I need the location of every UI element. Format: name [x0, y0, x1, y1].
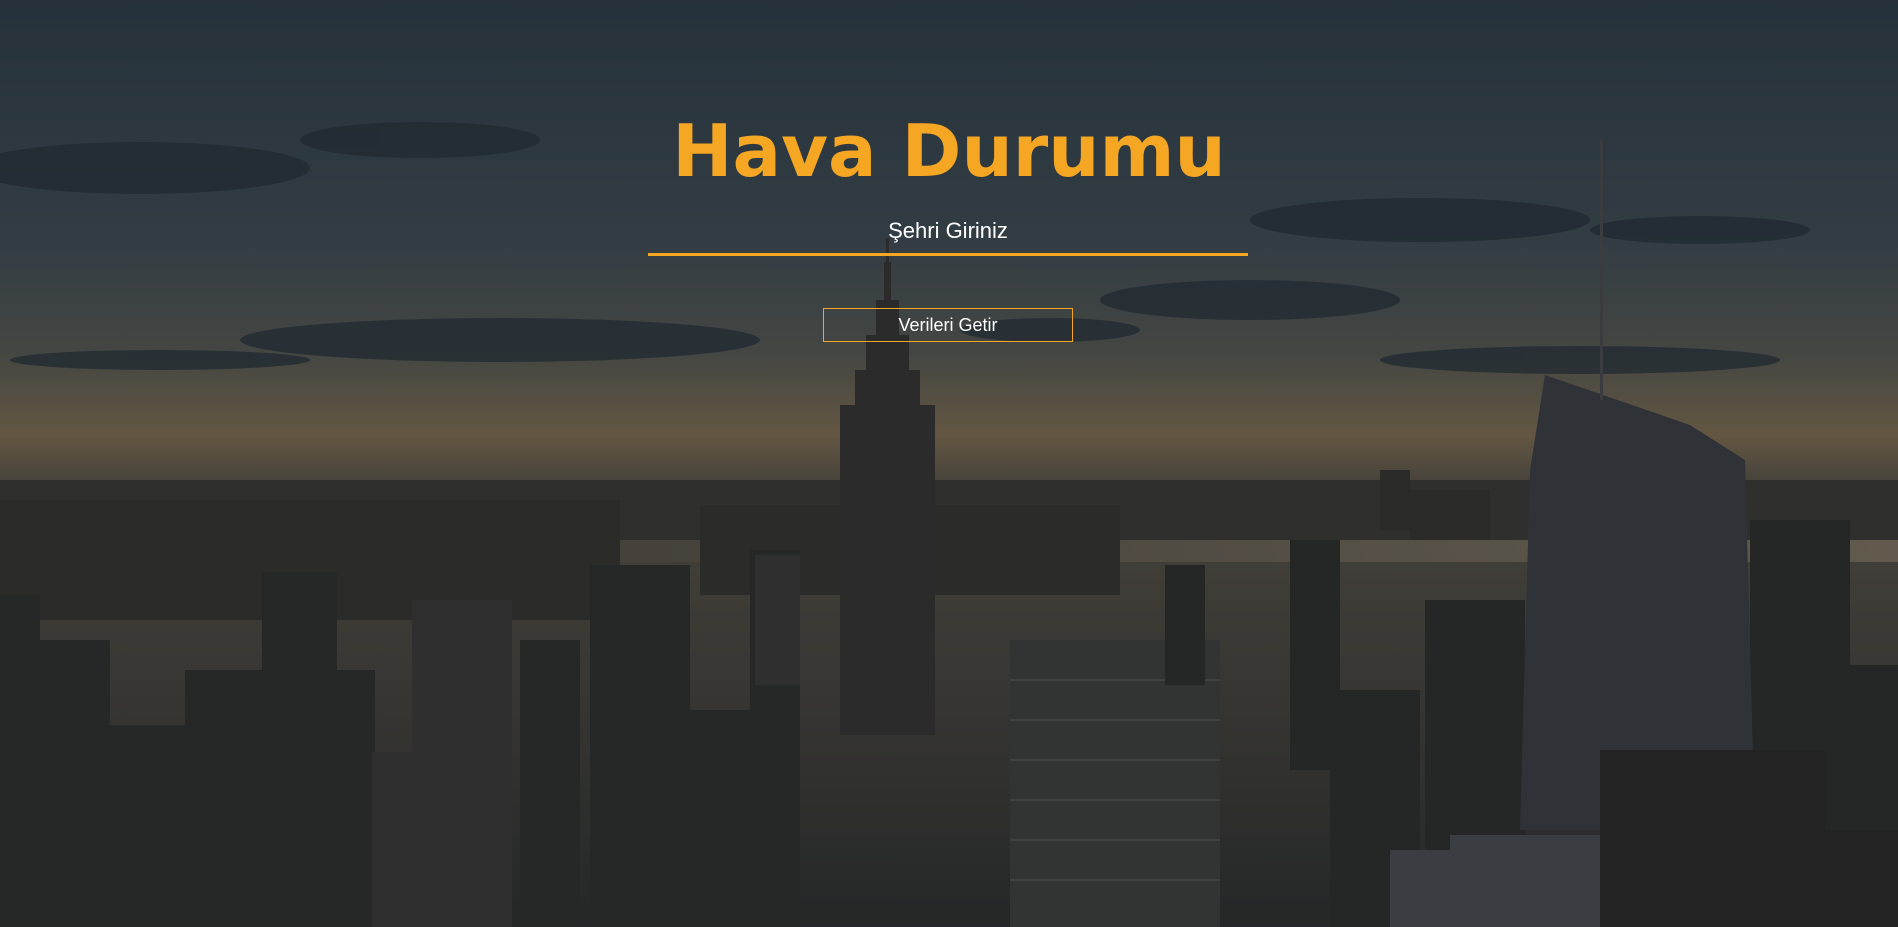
- city-search-input[interactable]: [648, 208, 1248, 256]
- page-title: Hava Durumu: [672, 109, 1226, 193]
- fetch-data-button[interactable]: Verileri Getir: [823, 308, 1073, 342]
- weather-app-page: Hava Durumu Verileri Getir: [0, 0, 1898, 927]
- main-content: Hava Durumu Verileri Getir: [0, 0, 1898, 927]
